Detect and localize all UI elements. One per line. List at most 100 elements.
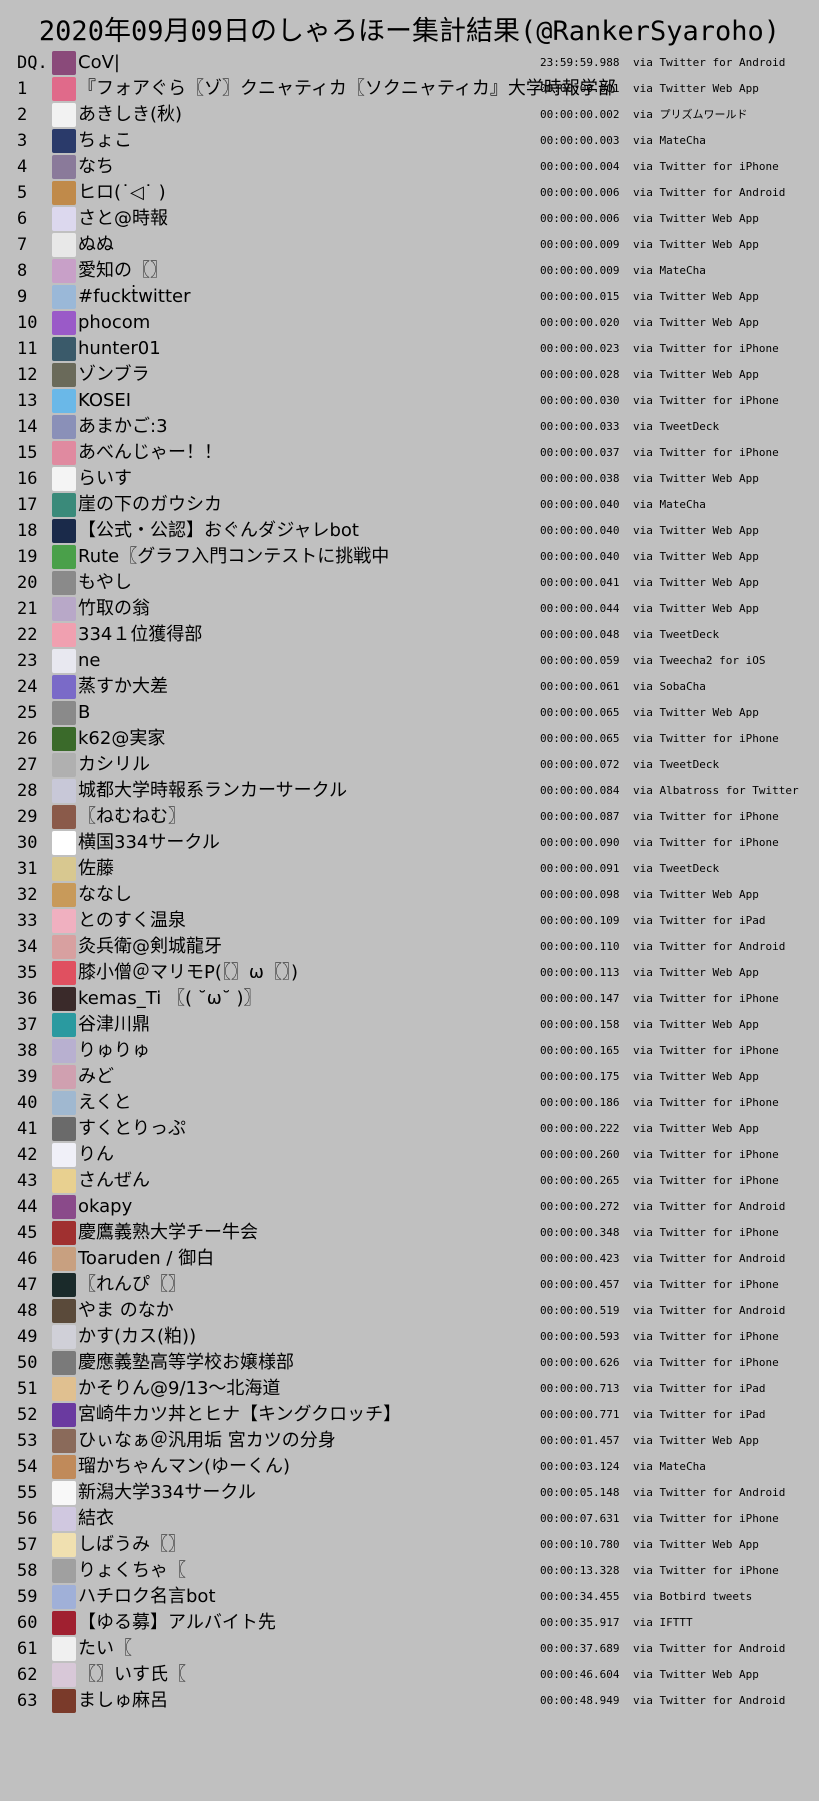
- avatar-icon[interactable]: [52, 545, 76, 569]
- avatar-icon[interactable]: [52, 1351, 76, 1375]
- user-name[interactable]: 愛知の〖〗: [78, 258, 168, 284]
- user-name[interactable]: 崖の下のガウシカ: [78, 492, 222, 518]
- user-name[interactable]: #fuckṫwitter: [78, 284, 191, 310]
- avatar-icon[interactable]: [52, 129, 76, 153]
- avatar-icon[interactable]: [52, 1533, 76, 1557]
- user-name[interactable]: りん: [78, 1142, 114, 1168]
- user-name[interactable]: あべんじゃー！！: [78, 440, 222, 466]
- avatar-icon[interactable]: [52, 571, 76, 595]
- avatar-icon[interactable]: [52, 1273, 76, 1297]
- avatar-icon[interactable]: [52, 311, 76, 335]
- user-name[interactable]: たい〖: [78, 1636, 132, 1662]
- user-name[interactable]: 佐藤: [78, 856, 114, 882]
- user-name[interactable]: 新潟大学334サークル: [78, 1480, 256, 1506]
- avatar-icon[interactable]: [52, 155, 76, 179]
- avatar-icon[interactable]: [52, 207, 76, 231]
- avatar-icon[interactable]: [52, 103, 76, 127]
- user-name[interactable]: 『フォアぐら〖ゾ〗クニャティカ〖ソクニャティカ』大学時報学部: [78, 76, 616, 102]
- user-name[interactable]: やま のなか: [78, 1298, 174, 1324]
- avatar-icon[interactable]: [52, 961, 76, 985]
- avatar-icon[interactable]: [52, 1663, 76, 1687]
- avatar-icon[interactable]: [52, 1195, 76, 1219]
- avatar-icon[interactable]: [52, 1221, 76, 1245]
- user-name[interactable]: ましゅ麻呂: [78, 1688, 168, 1714]
- avatar-icon[interactable]: [52, 753, 76, 777]
- avatar-icon[interactable]: [52, 623, 76, 647]
- user-name[interactable]: もやし: [78, 570, 132, 596]
- user-name[interactable]: B: [78, 700, 90, 726]
- avatar-icon[interactable]: [52, 1507, 76, 1531]
- user-name[interactable]: 〖〗いす氏〖: [78, 1662, 186, 1688]
- avatar-icon[interactable]: [52, 1117, 76, 1141]
- avatar-icon[interactable]: [52, 1689, 76, 1713]
- user-name[interactable]: 慶鷹義熟大学チー牛会: [78, 1220, 258, 1246]
- avatar-icon[interactable]: [52, 1559, 76, 1583]
- avatar-icon[interactable]: [52, 77, 76, 101]
- user-name[interactable]: さと@時報: [78, 206, 168, 232]
- user-name[interactable]: ちょこ: [78, 128, 132, 154]
- avatar-icon[interactable]: [52, 779, 76, 803]
- avatar-icon[interactable]: [52, 1013, 76, 1037]
- user-name[interactable]: 瑠かちゃんマン(ゆーくん): [78, 1454, 290, 1480]
- user-name[interactable]: しばうみ〖〗: [78, 1532, 186, 1558]
- user-name[interactable]: 334１位獲得部: [78, 622, 202, 648]
- avatar-icon[interactable]: [52, 935, 76, 959]
- avatar-icon[interactable]: [52, 727, 76, 751]
- user-name[interactable]: 【公式・公認】おぐんダジャレbot: [78, 518, 359, 544]
- user-name[interactable]: ヒロ(˙◁˙ ): [78, 180, 166, 206]
- avatar-icon[interactable]: [52, 1611, 76, 1635]
- avatar-icon[interactable]: [52, 883, 76, 907]
- avatar-icon[interactable]: [52, 1377, 76, 1401]
- user-name[interactable]: 〖れんぴ〖〗: [78, 1272, 186, 1298]
- user-name[interactable]: あきしき(秋): [78, 102, 182, 128]
- user-name[interactable]: かす(カス(粕)): [78, 1324, 196, 1350]
- avatar-icon[interactable]: [52, 1247, 76, 1271]
- user-name[interactable]: 城都大学時報系ランカーサークル: [78, 778, 347, 804]
- user-name[interactable]: k62@実家: [78, 726, 165, 752]
- avatar-icon[interactable]: [52, 259, 76, 283]
- avatar-icon[interactable]: [52, 597, 76, 621]
- user-name[interactable]: 〖ねむねむ〗: [78, 804, 186, 830]
- user-name[interactable]: ななし: [78, 882, 132, 908]
- avatar-icon[interactable]: [52, 1481, 76, 1505]
- user-name[interactable]: hunter01: [78, 336, 161, 362]
- user-name[interactable]: kemas_Ti 〖( ˘ω˘ )〗: [78, 986, 262, 1012]
- avatar-icon[interactable]: [52, 1143, 76, 1167]
- user-name[interactable]: かそりん@9/13〜北海道: [78, 1376, 280, 1402]
- avatar-icon[interactable]: [52, 1429, 76, 1453]
- avatar-icon[interactable]: [52, 1325, 76, 1349]
- avatar-icon[interactable]: [52, 909, 76, 933]
- avatar-icon[interactable]: [52, 857, 76, 881]
- user-name[interactable]: とのすく温泉: [78, 908, 186, 934]
- user-name[interactable]: 慶應義塾高等学校お嬢様部: [78, 1350, 294, 1376]
- avatar-icon[interactable]: [52, 415, 76, 439]
- user-name[interactable]: りゅりゅ: [78, 1038, 150, 1064]
- user-name[interactable]: さんぜん: [78, 1168, 150, 1194]
- user-name[interactable]: えくと: [78, 1090, 131, 1116]
- avatar-icon[interactable]: [52, 1299, 76, 1323]
- user-name[interactable]: 結衣: [78, 1506, 114, 1532]
- user-name[interactable]: ゾンブラ: [78, 362, 149, 388]
- avatar-icon[interactable]: [52, 1455, 76, 1479]
- user-name[interactable]: phocom: [78, 310, 150, 336]
- avatar-icon[interactable]: [52, 1169, 76, 1193]
- user-name[interactable]: 【ゆる募】アルバイト先: [78, 1610, 276, 1636]
- avatar-icon[interactable]: [52, 1039, 76, 1063]
- user-name[interactable]: すくとりっぷ: [78, 1116, 186, 1142]
- user-name[interactable]: カシリル: [78, 752, 150, 778]
- user-name[interactable]: 竹取の翁: [78, 596, 150, 622]
- avatar-icon[interactable]: [52, 519, 76, 543]
- avatar-icon[interactable]: [52, 285, 76, 309]
- user-name[interactable]: 膝小僧＠マリモP(〖〗ω〖〗): [78, 960, 298, 986]
- avatar-icon[interactable]: [52, 1637, 76, 1661]
- user-name[interactable]: ハチロク名言bot: [78, 1584, 216, 1610]
- user-name[interactable]: Rute〖グラフ入門コンテストに挑戦中: [78, 544, 389, 570]
- avatar-icon[interactable]: [52, 389, 76, 413]
- user-name[interactable]: 灸兵衛@剣城龍牙: [78, 934, 222, 960]
- avatar-icon[interactable]: [52, 675, 76, 699]
- user-name[interactable]: なち: [78, 154, 114, 180]
- avatar-icon[interactable]: [52, 493, 76, 517]
- user-name[interactable]: ne: [78, 648, 100, 674]
- avatar-icon[interactable]: [52, 649, 76, 673]
- avatar-icon[interactable]: [52, 337, 76, 361]
